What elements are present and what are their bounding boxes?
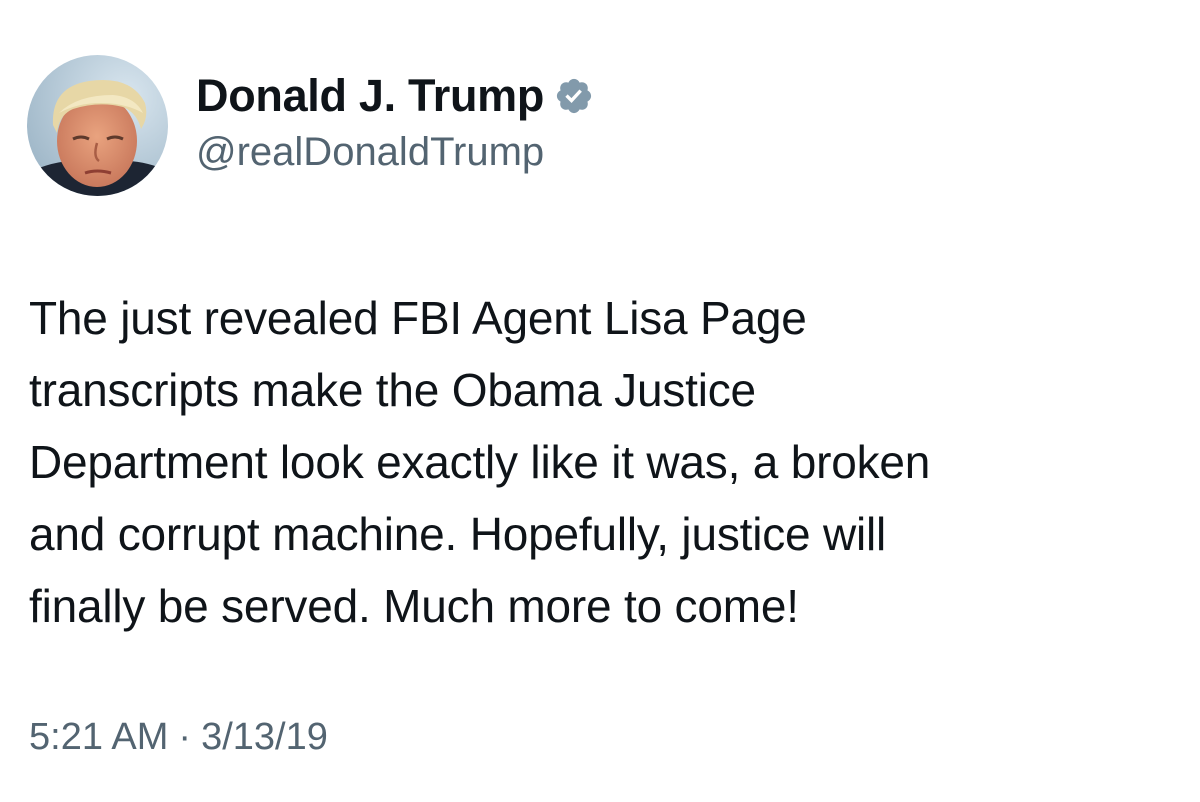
meta-separator: · <box>178 716 192 758</box>
tweet-card: Donald J. Trump @realDonaldTrump The jus… <box>0 0 1200 802</box>
tweet-text: The just revealed FBI Agent Lisa Page tr… <box>29 292 931 632</box>
verified-badge-icon[interactable] <box>554 76 594 116</box>
tweet-timestamp: 5:21 AM · 3/13/19 <box>29 716 328 759</box>
profile-photo-icon <box>27 55 168 196</box>
author-identity: Donald J. Trump @realDonaldTrump <box>196 66 594 175</box>
author-display-name[interactable]: Donald J. Trump <box>196 70 544 122</box>
name-row: Donald J. Trump <box>196 66 594 126</box>
tweet-date[interactable]: 3/13/19 <box>201 716 328 758</box>
author-handle[interactable]: @realDonaldTrump <box>196 130 594 175</box>
tweet-time[interactable]: 5:21 AM <box>29 716 168 758</box>
avatar[interactable] <box>27 55 168 196</box>
